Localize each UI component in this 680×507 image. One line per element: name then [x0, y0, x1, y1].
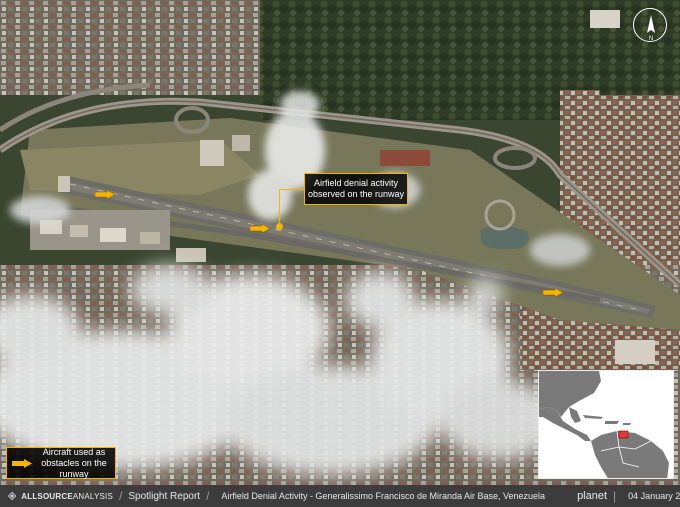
report-footer: ALLSOURCE ANALYSIS / Spotlight Report / … [0, 485, 680, 507]
report-label: Spotlight Report [128, 490, 201, 502]
allsource-logo-icon [8, 491, 17, 501]
callout-anchor-dot [276, 223, 283, 230]
aircraft-arrow-icon [543, 288, 563, 297]
map-legend: Aircraft used as obstacles on the runway [6, 447, 116, 479]
planet-logo-icon: planet [577, 490, 608, 502]
inset-highlight-marker [618, 430, 629, 439]
allsource-brand: ALLSOURCE ANALYSIS [0, 489, 113, 503]
footer-separator: / [119, 489, 123, 503]
legend-line-1: Aircraft used as [42, 446, 106, 457]
footer-separator: | [613, 489, 617, 503]
aircraft-arrow-icon [12, 458, 32, 468]
legend-line-2: obstacles on the runway [41, 457, 107, 479]
brand-main: ALLSOURCE [21, 491, 73, 501]
compass-label: N [649, 36, 653, 42]
inset-map-graphic [539, 371, 673, 478]
planet-brand: planet | [577, 489, 622, 503]
brand-sub: ANALYSIS [72, 491, 113, 501]
aircraft-arrow-icon [250, 224, 270, 233]
aircraft-arrow-icon [95, 190, 115, 199]
runway-callout: Airfield denial activity observed on the… [304, 173, 408, 205]
callout-line-2: observed on the runway [307, 189, 405, 199]
report-date: 04 January 2026 [628, 491, 680, 501]
footer-separator: / [206, 489, 210, 503]
callout-leader-line [279, 189, 304, 227]
compass-icon: N [633, 8, 667, 42]
satellite-image: Airfield denial activity observed on the… [0, 0, 680, 485]
locator-inset-map [538, 370, 674, 479]
legend-text: Aircraft used as obstacles on the runway [37, 447, 115, 480]
callout-line-1: Airfield denial activity [313, 178, 399, 188]
report-title: Airfield Denial Activity - Generalissimo… [221, 491, 546, 501]
